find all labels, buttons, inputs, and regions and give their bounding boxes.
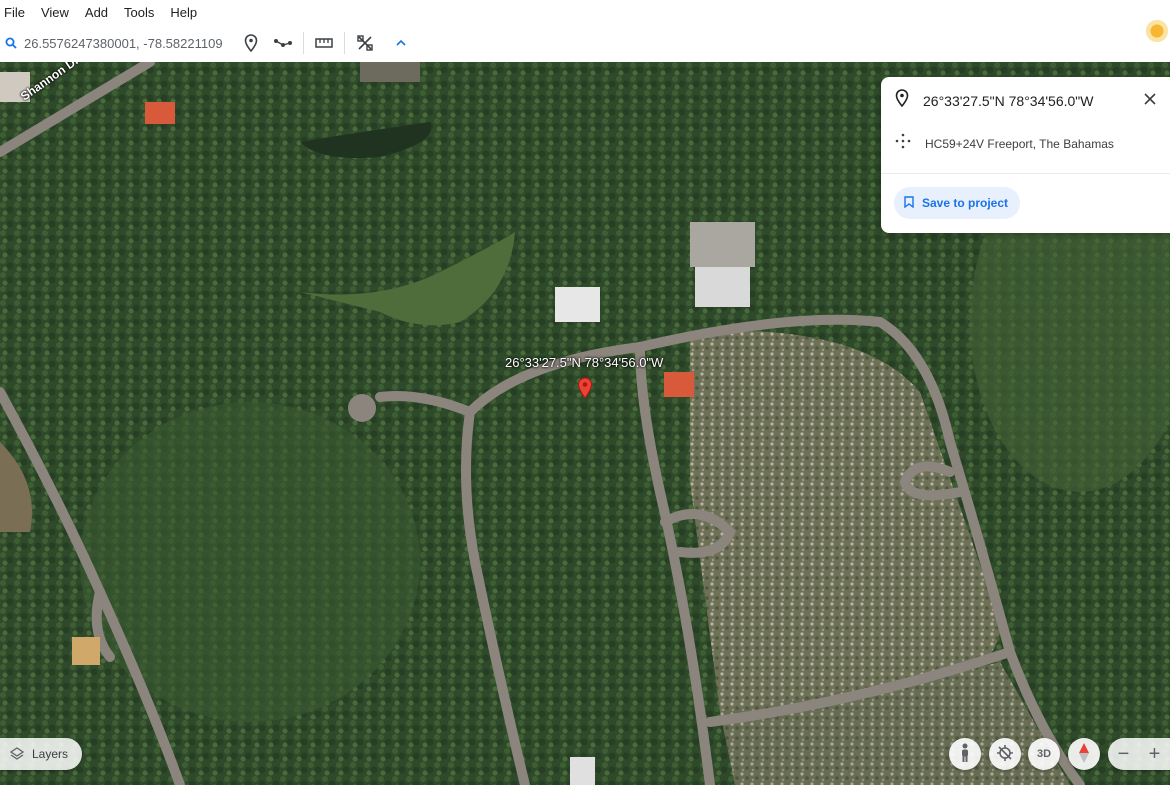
menu-help[interactable]: Help: [164, 5, 207, 20]
search-icon[interactable]: [0, 37, 22, 49]
placemark-icon: [895, 89, 909, 112]
compass-icon: [1078, 742, 1090, 767]
menu-tools[interactable]: Tools: [118, 5, 164, 20]
plus-code-icon: [895, 133, 911, 154]
pegman-button[interactable]: [949, 738, 981, 770]
toolbar-divider: [344, 32, 345, 54]
menu-add[interactable]: Add: [79, 5, 118, 20]
chevron-up-icon[interactable]: [385, 28, 417, 58]
search-box[interactable]: [0, 28, 235, 58]
menu-bar: File View Add Tools Help: [0, 0, 1170, 24]
plus-code-text: HC59+24V Freeport, The Bahamas: [925, 136, 1114, 151]
path-icon[interactable]: [267, 28, 299, 58]
3d-toggle-button[interactable]: 3D: [1028, 738, 1060, 770]
save-to-project-label: Save to project: [922, 196, 1009, 210]
zoom-control: − +: [1108, 738, 1170, 770]
card-divider: [881, 173, 1170, 174]
layers-icon: [10, 747, 24, 761]
compass-button[interactable]: [1068, 738, 1100, 770]
save-to-project-button[interactable]: Save to project: [894, 187, 1021, 219]
ruler-icon[interactable]: [308, 28, 340, 58]
placemark-icon[interactable]: [235, 28, 267, 58]
search-input[interactable]: [22, 34, 226, 52]
location-disabled-icon: [996, 744, 1014, 765]
menu-file[interactable]: File: [0, 5, 35, 20]
bookmark-icon: [904, 195, 914, 211]
card-title: 26°33'27.5"N 78°34'56.0"W: [923, 92, 1094, 109]
close-icon[interactable]: [1140, 89, 1160, 109]
layers-label: Layers: [32, 747, 69, 761]
location-disabled-button[interactable]: [989, 738, 1021, 770]
toolbar: [0, 24, 1170, 62]
pin-coordinate-label: 26°33'27.5"N 78°34'56.0"W: [505, 355, 664, 370]
pegman-icon: [959, 743, 971, 766]
toolbar-divider: [303, 32, 304, 54]
zoom-out-button[interactable]: −: [1108, 738, 1139, 770]
location-info-card: 26°33'27.5"N 78°34'56.0"W HC59+24V Freep…: [881, 77, 1170, 233]
3d-label: 3D: [1036, 748, 1052, 760]
app-logo: [1144, 18, 1170, 44]
zoom-in-button[interactable]: +: [1139, 738, 1170, 770]
satellite-tools-icon[interactable]: [349, 28, 381, 58]
menu-view[interactable]: View: [35, 5, 79, 20]
layers-button[interactable]: Layers: [0, 738, 82, 770]
